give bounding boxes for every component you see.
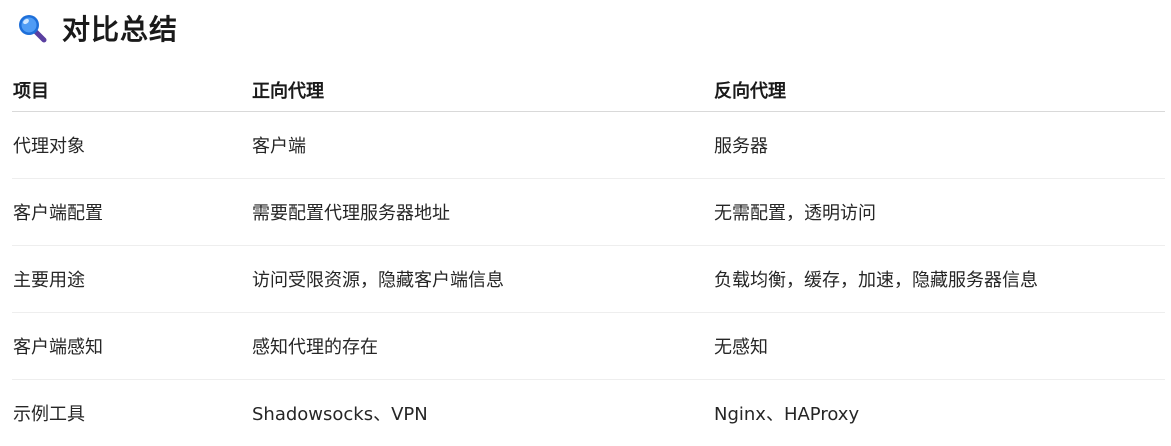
table-row: 客户端配置 需要配置代理服务器地址 无需配置，透明访问 xyxy=(12,179,1165,246)
table-cell: 无需配置，透明访问 xyxy=(713,179,1165,246)
table-cell: Nginx、HAProxy xyxy=(713,380,1165,446)
column-header-item: 项目 xyxy=(12,68,251,112)
table-row: 客户端感知 感知代理的存在 无感知 xyxy=(12,313,1165,380)
column-header-reverse-proxy: 反向代理 xyxy=(713,68,1165,112)
table-cell: 代理对象 xyxy=(12,112,251,179)
table-cell: 主要用途 xyxy=(12,246,251,313)
table-header-row: 项目 正向代理 反向代理 xyxy=(12,68,1165,112)
table-cell: 示例工具 xyxy=(12,380,251,446)
table-cell: 客户端 xyxy=(251,112,713,179)
table-row: 主要用途 访问受限资源，隐藏客户端信息 负载均衡，缓存，加速，隐藏服务器信息 xyxy=(12,246,1165,313)
table-cell: 需要配置代理服务器地址 xyxy=(251,179,713,246)
table-cell: 服务器 xyxy=(713,112,1165,179)
table-cell: 感知代理的存在 xyxy=(251,313,713,380)
table-row: 代理对象 客户端 服务器 xyxy=(12,112,1165,179)
table-cell: Shadowsocks、VPN xyxy=(251,380,713,446)
table-cell: 访问受限资源，隐藏客户端信息 xyxy=(251,246,713,313)
page-title: 对比总结 xyxy=(62,8,178,48)
table-cell: 无感知 xyxy=(713,313,1165,380)
section-heading: 对比总结 xyxy=(16,8,178,48)
magnifier-icon xyxy=(16,12,48,44)
comparison-table: 项目 正向代理 反向代理 代理对象 客户端 服务器 客户端配置 需要配置代理服务… xyxy=(12,68,1165,446)
table-cell: 客户端感知 xyxy=(12,313,251,380)
table-cell: 负载均衡，缓存，加速，隐藏服务器信息 xyxy=(713,246,1165,313)
table-cell: 客户端配置 xyxy=(12,179,251,246)
column-header-forward-proxy: 正向代理 xyxy=(251,68,713,112)
table-row: 示例工具 Shadowsocks、VPN Nginx、HAProxy xyxy=(12,380,1165,446)
